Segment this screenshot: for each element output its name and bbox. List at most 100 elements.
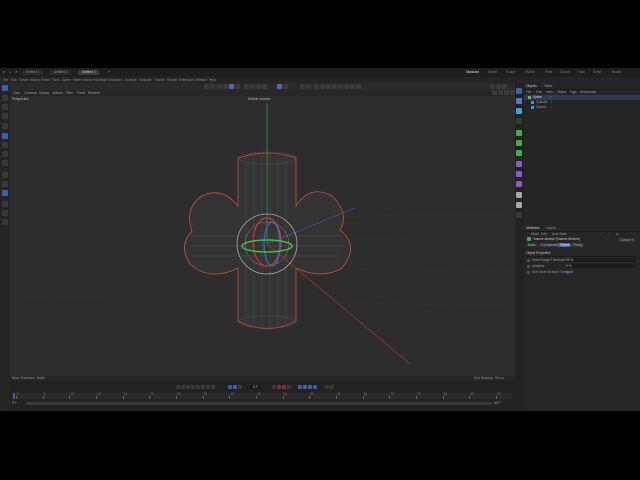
render-view-button[interactable]	[283, 84, 288, 89]
search-button[interactable]	[490, 84, 495, 89]
menu-tracker[interactable]: Tracker	[154, 78, 165, 82]
menu-character[interactable]: Character	[108, 78, 122, 82]
tab-objects[interactable]: Objects	[526, 84, 537, 88]
subtab-coordinates[interactable]: Coordinates	[539, 243, 561, 247]
autokey-button[interactable]	[282, 385, 286, 389]
timeline-settings-button[interactable]	[330, 385, 334, 389]
visibility-check-icon[interactable]: ✓	[550, 95, 553, 99]
menu-window[interactable]: Window	[196, 78, 207, 82]
menu-create[interactable]: Create	[19, 78, 29, 82]
history-icon[interactable]: ↺	[15, 70, 18, 74]
visibility-check-icon[interactable]: ✓	[550, 105, 553, 109]
picture-viewer-button[interactable]	[306, 84, 311, 89]
visibility-check-icon[interactable]: ✓	[550, 100, 553, 104]
layout-script[interactable]: Script	[593, 70, 601, 74]
record-button[interactable]	[277, 385, 281, 389]
sound-button[interactable]	[233, 385, 237, 389]
tab-takes[interactable]: Takes	[544, 84, 552, 88]
light-icon[interactable]	[516, 202, 522, 208]
previous-frame-button[interactable]	[186, 385, 190, 389]
viewport-menu-filter[interactable]: Filter	[66, 91, 73, 95]
move-button[interactable]	[217, 84, 222, 89]
tab-attributes[interactable]: Attributes	[526, 226, 539, 230]
menu-volume[interactable]: Volume	[82, 78, 93, 82]
knife-tool-icon[interactable]	[2, 172, 8, 178]
home-icon[interactable]: ⌂	[9, 70, 11, 74]
om-menu-edit[interactable]: Edit	[536, 90, 542, 94]
points-mode-button[interactable]	[250, 84, 255, 89]
motion-system-button[interactable]	[325, 385, 329, 389]
transform-tool-icon[interactable]	[2, 123, 8, 129]
deformer-button[interactable]	[356, 84, 361, 89]
viewport-pan-icon[interactable]	[492, 90, 497, 95]
tab-untitled-1[interactable]: Untitled 1	[22, 70, 44, 75]
layout-track[interactable]: Track	[577, 70, 585, 74]
viewport-menu-panel[interactable]: Panel	[77, 91, 85, 95]
previous-key-button[interactable]	[181, 385, 185, 389]
cube-button[interactable]	[314, 84, 319, 89]
om-menu-bookmarks[interactable]: Bookmarks	[580, 90, 596, 94]
am-up-icon[interactable]: ↑	[608, 232, 610, 236]
am-menu-mode[interactable]: Mode	[531, 232, 539, 236]
menu-help[interactable]: Help	[209, 78, 216, 82]
go-to-end-button[interactable]	[211, 385, 215, 389]
layout-sculpt[interactable]: Sculpt	[506, 70, 515, 74]
array-button[interactable]	[332, 84, 337, 89]
tab-layers[interactable]: Layers	[546, 226, 556, 230]
rotate-button[interactable]	[229, 84, 234, 89]
range-slider[interactable]	[26, 402, 492, 405]
menu-edit[interactable]: Edit	[11, 78, 17, 82]
scale-tool-icon[interactable]	[2, 104, 8, 110]
menu-extensions[interactable]: Extensions	[179, 78, 195, 82]
snapping-icon[interactable]	[2, 151, 8, 157]
point-mode-icon[interactable]	[516, 98, 522, 104]
brush-tool-icon[interactable]	[2, 201, 8, 207]
polygons-mode-button[interactable]	[262, 84, 267, 89]
viewport-settings-button[interactable]	[502, 84, 507, 89]
menu-spline[interactable]: Spline	[62, 78, 71, 82]
menu-tools[interactable]: Tools	[52, 78, 59, 82]
key-scale-button[interactable]	[308, 385, 312, 389]
next-key-button[interactable]	[206, 385, 210, 389]
param-field[interactable]: 50 %	[566, 258, 636, 262]
3d-viewport[interactable]: Perspective Default Camera	[10, 96, 515, 376]
edge-mode-icon[interactable]	[516, 108, 522, 114]
effector-icon[interactable]	[516, 150, 522, 156]
list-item[interactable]: Sphere ✓	[524, 105, 640, 110]
custom-dropdown[interactable]: Custom ▾	[618, 238, 636, 242]
redo-button[interactable]	[210, 84, 215, 89]
viewport-menu-options[interactable]: Options	[52, 91, 63, 95]
subtab-basic[interactable]: Basic	[526, 243, 538, 247]
object-mode-icon[interactable]	[516, 88, 522, 94]
menu-mograph[interactable]: MoGraph	[94, 78, 107, 82]
param-animate-dot[interactable]	[527, 259, 530, 262]
menu-animate[interactable]: Animate	[125, 78, 137, 82]
axis-lock-icon[interactable]	[2, 160, 8, 166]
record-position-button[interactable]	[272, 385, 276, 389]
next-frame-button[interactable]	[201, 385, 205, 389]
menu-file[interactable]: File	[3, 78, 8, 82]
app-menu-icon[interactable]: ≡	[3, 70, 5, 74]
workplane-icon[interactable]	[2, 142, 8, 148]
play-backwards-button[interactable]	[191, 385, 195, 389]
snap-button[interactable]	[277, 84, 282, 89]
am-back-icon[interactable]: ←	[600, 232, 603, 236]
current-frame-field[interactable]: 0 F	[250, 385, 261, 389]
magnet-tool-icon[interactable]	[2, 210, 8, 216]
layout-groom[interactable]: Groom	[560, 70, 570, 74]
scale-button[interactable]	[223, 84, 228, 89]
viewport-menu-view[interactable]: View	[13, 91, 20, 95]
go-to-start-button[interactable]	[176, 385, 180, 389]
menu-render[interactable]: Render	[167, 78, 177, 82]
menu-modes[interactable]: Modes	[30, 78, 40, 82]
field-icon[interactable]	[516, 171, 522, 177]
key-rotation-button[interactable]	[303, 385, 307, 389]
tab-untitled-2[interactable]: Untitled 2	[50, 70, 72, 75]
layout-model[interactable]: Model	[488, 70, 497, 74]
edges-mode-button[interactable]	[256, 84, 261, 89]
floor-button[interactable]	[350, 84, 355, 89]
tab-untitled-3[interactable]: Untitled 3	[78, 70, 100, 75]
viewport-menu-cameras[interactable]: Cameras	[24, 91, 37, 95]
paint-tool-icon[interactable]	[2, 219, 8, 225]
layout-nodes[interactable]: Nodes	[612, 70, 621, 74]
